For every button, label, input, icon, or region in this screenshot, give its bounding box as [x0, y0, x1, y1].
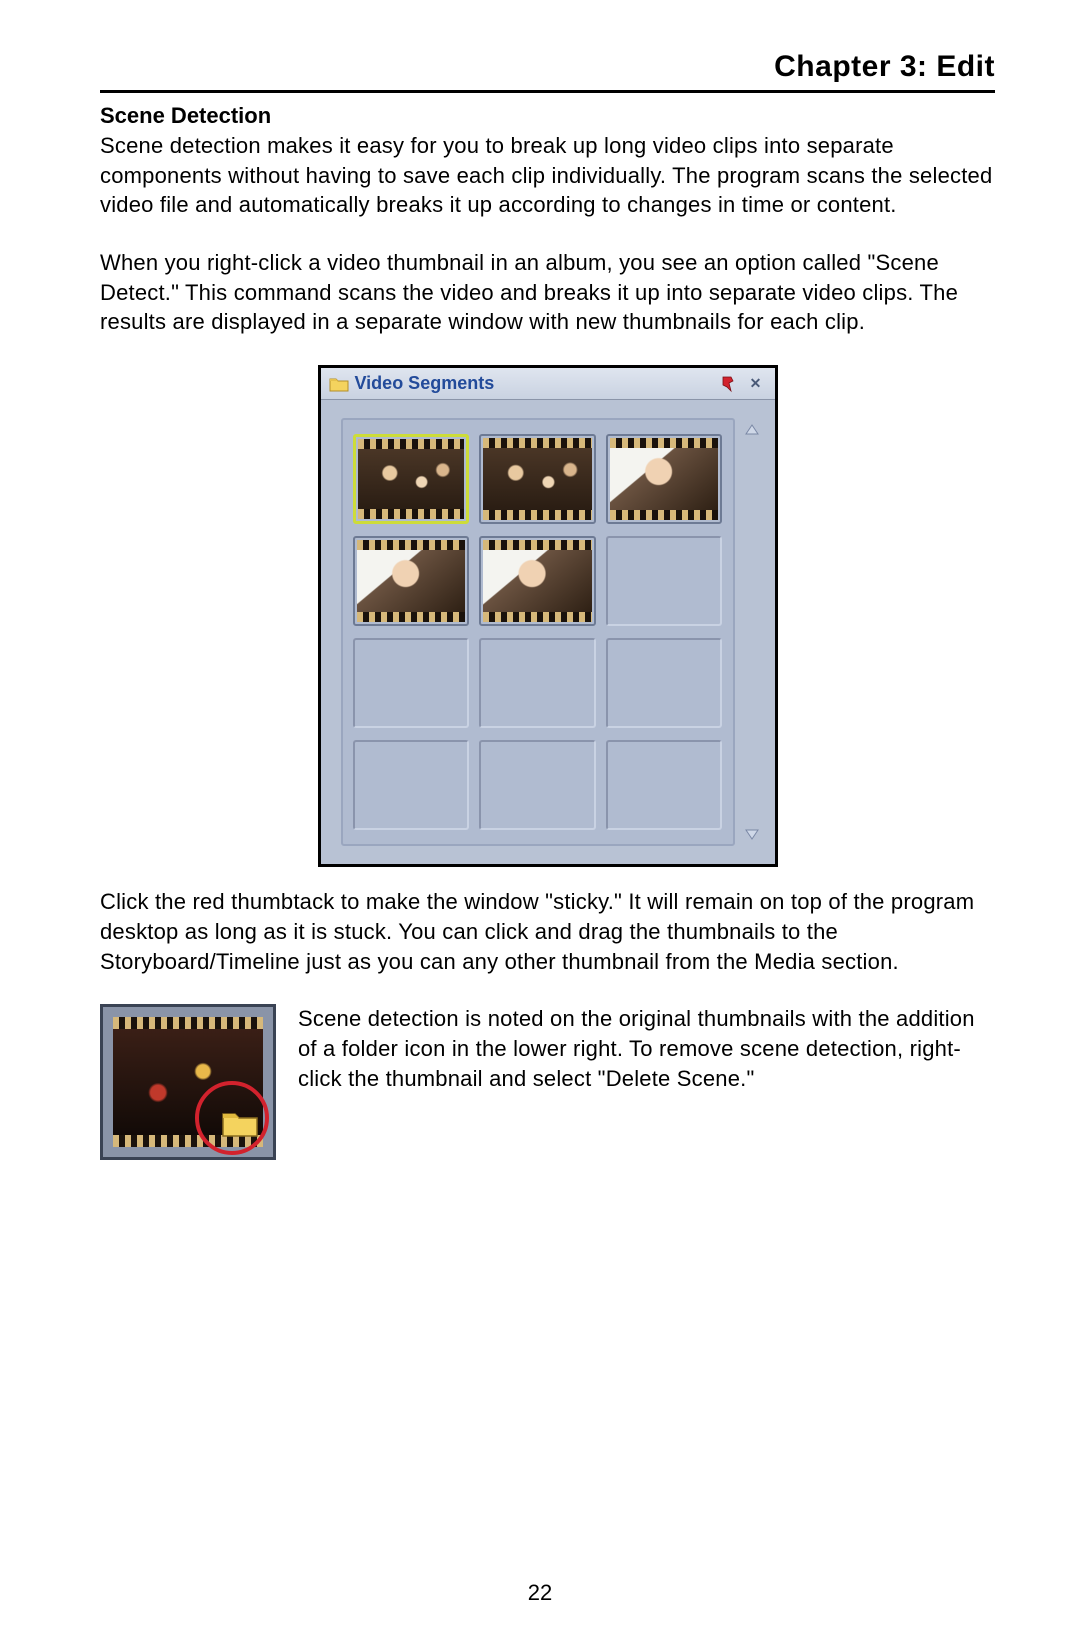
paragraph-4: Scene detection is noted on the original…	[298, 1004, 995, 1093]
segment-thumbnail[interactable]	[353, 434, 470, 524]
empty-slot	[479, 740, 596, 830]
scene-detected-thumbnail	[100, 1004, 276, 1160]
segment-thumbnail[interactable]	[479, 434, 596, 524]
empty-slot	[479, 638, 596, 728]
empty-slot	[353, 740, 470, 830]
scrollbar[interactable]	[741, 418, 763, 846]
red-circle-annotation	[195, 1081, 269, 1155]
video-segments-window: Video Segments ✕	[318, 365, 778, 867]
segment-thumbnail[interactable]	[606, 434, 723, 524]
window-title: Video Segments	[355, 373, 711, 394]
thumbnail-grid	[341, 418, 735, 846]
segment-thumbnail[interactable]	[353, 536, 470, 626]
paragraph-1: Scene detection makes it easy for you to…	[100, 131, 995, 220]
window-titlebar: Video Segments ✕	[321, 368, 775, 400]
section-heading: Scene Detection	[100, 103, 995, 129]
video-segments-figure: Video Segments ✕	[100, 365, 995, 867]
empty-slot	[606, 638, 723, 728]
scroll-up-icon[interactable]	[743, 422, 761, 440]
chapter-title: Chapter 3: Edit	[100, 50, 995, 93]
paragraph-2: When you right-click a video thumbnail i…	[100, 248, 995, 337]
scroll-down-icon[interactable]	[743, 824, 761, 842]
close-icon[interactable]: ✕	[745, 374, 767, 394]
window-body	[321, 400, 775, 864]
empty-slot	[606, 740, 723, 830]
paragraph-3: Click the red thumbtack to make the wind…	[100, 887, 995, 976]
empty-slot	[353, 638, 470, 728]
folder-icon	[329, 376, 349, 392]
empty-slot	[606, 536, 723, 626]
segment-thumbnail[interactable]	[479, 536, 596, 626]
thumbtack-icon[interactable]	[717, 374, 739, 394]
page-number: 22	[0, 1580, 1080, 1606]
